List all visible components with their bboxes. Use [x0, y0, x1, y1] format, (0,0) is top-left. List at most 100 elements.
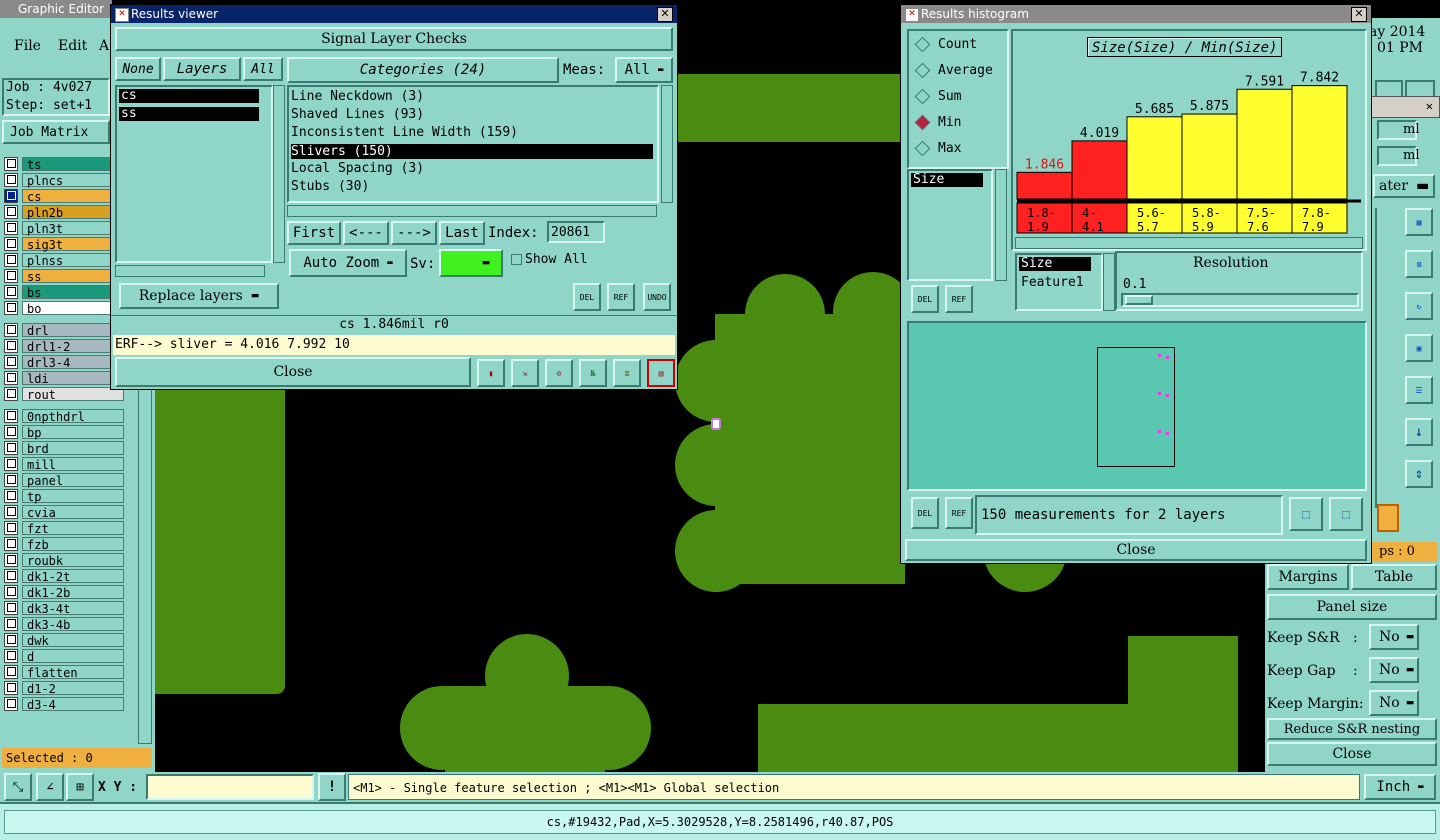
menu-file[interactable]: File: [14, 38, 41, 54]
category-item[interactable]: Stubs (30): [291, 179, 369, 194]
histogram-close-button[interactable]: Close: [905, 539, 1367, 561]
ater-dropdown[interactable]: ater ▬: [1373, 174, 1435, 198]
show-all-checkbox[interactable]: [511, 254, 522, 265]
layer-row-d3-4[interactable]: d3-4: [4, 696, 124, 712]
field-list-vscroll[interactable]: [1103, 253, 1115, 311]
layer-row-panel[interactable]: panel: [4, 472, 124, 488]
histogram-bar[interactable]: [1291, 85, 1348, 200]
layer-row-cvia[interactable]: cvia: [4, 504, 124, 520]
category-item[interactable]: Inconsistent Line Width (159): [291, 125, 518, 140]
units-dropdown[interactable]: Inch ▬: [1364, 774, 1436, 800]
layer-row-sig3t[interactable]: sig3t: [4, 236, 124, 252]
field-item-feature[interactable]: Feature1: [1021, 275, 1084, 290]
compress-icon[interactable]: ⇕: [1405, 460, 1433, 488]
category-item[interactable]: Shaved Lines (93): [291, 107, 424, 122]
group-icon[interactable]: ▣: [1405, 334, 1433, 362]
layer-checkbox[interactable]: [4, 440, 18, 455]
layer-checkbox[interactable]: [4, 236, 18, 251]
size-list-vscroll[interactable]: [995, 169, 1007, 281]
layer-row-bp[interactable]: bp: [4, 424, 124, 440]
layer-checkbox[interactable]: [4, 616, 18, 631]
fit-chart-icon[interactable]: ⬚: [1329, 497, 1363, 531]
menu-a[interactable]: A: [99, 38, 109, 54]
layer-checkbox[interactable]: [4, 632, 18, 647]
histogram-close-icon[interactable]: ✕: [1351, 7, 1367, 22]
layer-checkbox[interactable]: [4, 268, 18, 283]
snap-icon[interactable]: ⊞: [66, 773, 94, 801]
histogram-bar[interactable]: [1016, 171, 1073, 200]
preview-ref-icon[interactable]: REF: [945, 497, 973, 529]
chart-hscroll[interactable]: [1015, 237, 1363, 249]
layer-checkbox[interactable]: [4, 680, 18, 695]
viewer-close-button[interactable]: Close: [115, 357, 471, 387]
layer-checkbox[interactable]: [4, 220, 18, 235]
layer-checkbox[interactable]: [4, 424, 18, 439]
layer-row-drl1-2[interactable]: drl1-2: [4, 338, 124, 354]
layer-row-dk1-2b[interactable]: dk1-2b: [4, 584, 124, 600]
layer-row-ss[interactable]: ss: [4, 268, 124, 284]
menu-edit[interactable]: Edit: [58, 38, 87, 54]
layer-checkbox[interactable]: [4, 354, 18, 369]
replace-layers-dropdown[interactable]: Replace layers ▬: [119, 283, 279, 309]
ref-icon[interactable]: REF: [607, 283, 635, 311]
layer-checkbox[interactable]: [4, 648, 18, 663]
layer-checkbox[interactable]: [4, 408, 18, 423]
layer-row-tp[interactable]: tp: [4, 488, 124, 504]
radio-min[interactable]: Min: [909, 109, 1007, 135]
keep-margin-dropdown[interactable]: No ▬: [1369, 690, 1419, 716]
size-list[interactable]: Size: [907, 169, 993, 281]
viewer-close-icon[interactable]: ✕: [657, 7, 673, 22]
radio-count[interactable]: Count: [909, 31, 1007, 57]
layer-checkbox[interactable]: [4, 252, 18, 267]
measure-icon[interactable]: ∠: [36, 773, 64, 801]
grid-icon[interactable]: ▦: [1405, 208, 1433, 236]
radio-max[interactable]: Max: [909, 135, 1007, 161]
layer-row-dk1-2t[interactable]: dk1-2t: [4, 568, 124, 584]
align-icon[interactable]: ☰: [1405, 376, 1433, 404]
categories-hscroll[interactable]: [287, 205, 657, 217]
category-item[interactable]: Local Spacing (3): [291, 161, 424, 176]
categories-list[interactable]: Line Neckdown (3) Shaved Lines (93) Inco…: [287, 85, 659, 203]
category-item[interactable]: Line Neckdown (3): [291, 89, 424, 104]
auto-zoom-dropdown[interactable]: Auto Zoom ▬: [289, 249, 407, 277]
layer-row-roubk[interactable]: roubk: [4, 552, 124, 568]
highlight-icon[interactable]: ▮: [477, 359, 505, 387]
layer-row-rout[interactable]: rout: [4, 386, 124, 402]
hist-del-icon[interactable]: DEL: [911, 285, 939, 313]
next-button[interactable]: --->: [391, 221, 437, 245]
panel-size-button[interactable]: Panel size: [1267, 594, 1437, 620]
layer-checkbox[interactable]: [4, 284, 18, 299]
layer-checkbox[interactable]: [4, 456, 18, 471]
histogram-bar[interactable]: [1071, 140, 1128, 200]
keep-sr-dropdown[interactable]: No ▬: [1369, 624, 1419, 650]
none-button[interactable]: None: [115, 57, 161, 81]
layer-row-fzb[interactable]: fzb: [4, 536, 124, 552]
layer-row-dk3-4t[interactable]: dk3-4t: [4, 600, 124, 616]
layer-checkbox[interactable]: [4, 600, 18, 615]
layers-tab[interactable]: Layers: [163, 57, 241, 81]
report-icon[interactable]: ≣: [613, 359, 641, 387]
layer-row-cs[interactable]: cs: [4, 188, 124, 204]
margins-button[interactable]: Margins: [1267, 564, 1349, 590]
categories-vscroll[interactable]: [661, 85, 673, 203]
last-button[interactable]: Last: [439, 221, 485, 245]
layer-row-d1-2[interactable]: d1-2: [4, 680, 124, 696]
layer-row-drl3-4[interactable]: drl3-4: [4, 354, 124, 370]
first-button[interactable]: First: [287, 221, 341, 245]
layer-row-brd[interactable]: brd: [4, 440, 124, 456]
layer-row-bs[interactable]: bs: [4, 284, 124, 300]
layer-row-dk3-4b[interactable]: dk3-4b: [4, 616, 124, 632]
radio-sum[interactable]: Sum: [909, 83, 1007, 109]
reduce-sr-button[interactable]: Reduce S&R nesting: [1267, 718, 1437, 740]
layer-checkbox[interactable]: [4, 664, 18, 679]
meas-dropdown[interactable]: All ▬: [615, 57, 673, 83]
layer-checkbox[interactable]: [4, 172, 18, 187]
layer-row-bo[interactable]: bo: [4, 300, 124, 316]
rotate-icon[interactable]: ↻: [1405, 292, 1433, 320]
layer-checkbox[interactable]: [4, 504, 18, 519]
cross-box-icon[interactable]: ⊠: [1405, 250, 1433, 278]
histogram-icon[interactable]: ▥: [647, 359, 675, 387]
layer-item-ss[interactable]: ss: [119, 107, 259, 121]
layer-row-dwk[interactable]: dwk: [4, 632, 124, 648]
layer-checkbox[interactable]: [4, 300, 18, 315]
